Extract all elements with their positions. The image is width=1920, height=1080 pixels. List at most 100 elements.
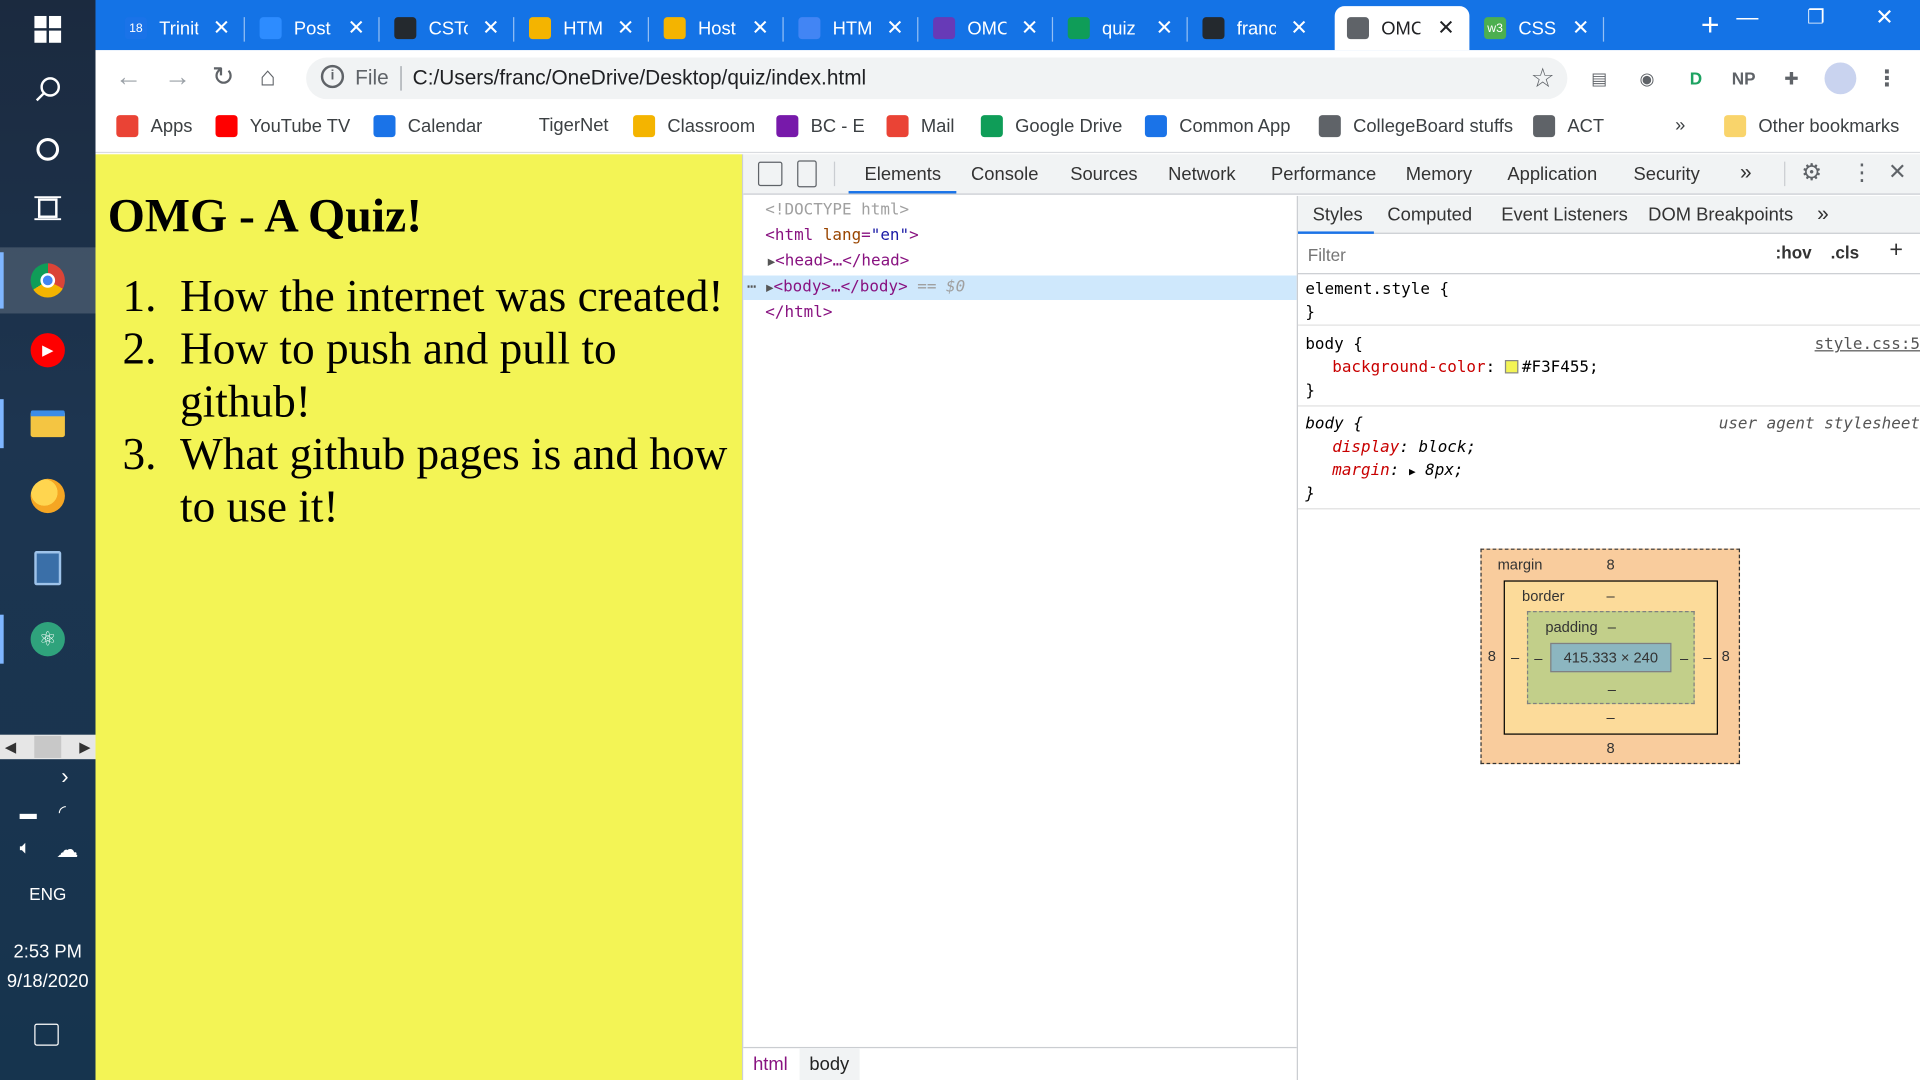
other-bookmarks-folder[interactable]: Other bookmarks (1724, 115, 1899, 138)
chrome-menu-icon[interactable]: ⋮ (1873, 65, 1900, 92)
bookmark-star-icon[interactable]: ☆ (1531, 62, 1555, 94)
taskbar-scrollbar[interactable]: ◀ ▶ (0, 734, 96, 760)
scroll-thumb[interactable] (34, 735, 62, 758)
padding-bottom-value[interactable]: – (1608, 681, 1616, 698)
browser-tab-1[interactable]: Post ✕ (247, 6, 380, 50)
devtools-menu-icon[interactable]: ⋮ (1850, 159, 1873, 187)
address-bar[interactable]: i File C:/Users/franc/OneDrive/Desktop/q… (306, 57, 1568, 100)
expand-triangle-icon[interactable]: ▶ (768, 256, 775, 269)
browser-tab-6[interactable]: OMC ✕ (921, 6, 1054, 50)
bookmark-youtube-tv[interactable]: YouTube TV (215, 115, 350, 138)
profile-avatar[interactable] (1824, 62, 1857, 95)
tab-close-icon[interactable]: ✕ (482, 16, 499, 40)
styles-more-tabs-button[interactable]: » (1817, 202, 1829, 226)
box-model-border[interactable]: border – – – – padding – – – – 415.333 ×… (1503, 580, 1718, 735)
home-button[interactable]: ⌂ (260, 61, 276, 93)
taskbar-calculator[interactable] (0, 539, 96, 598)
bookmark-calendar[interactable]: Calendar (373, 115, 482, 138)
breadcrumb-html[interactable]: html (753, 1054, 788, 1075)
tab-close-icon[interactable]: ✕ (1021, 16, 1038, 40)
browser-tab-3[interactable]: HTM ✕ (517, 6, 649, 50)
margin-left-value[interactable]: 8 (1488, 648, 1496, 665)
stylesheet-source-link[interactable]: style.css:5 (1815, 333, 1920, 356)
browser-tab-2[interactable]: CSTo ✕ (382, 6, 515, 50)
extension-np-icon[interactable]: NP (1730, 65, 1757, 92)
margin-right-value[interactable]: 8 (1722, 648, 1730, 665)
url-text[interactable]: C:/Users/franc/OneDrive/Desktop/quiz/ind… (413, 66, 867, 90)
border-top-value[interactable]: – (1607, 588, 1615, 605)
background-color-value[interactable]: #F3F455 (1522, 359, 1589, 377)
windows-start-button[interactable] (0, 0, 96, 59)
tab-computed[interactable]: Computed (1387, 204, 1472, 225)
breadcrumb-body[interactable]: body (799, 1048, 860, 1080)
scroll-left-arrow-icon[interactable]: ◀ (5, 738, 16, 755)
tab-dom-breakpoints[interactable]: DOM Breakpoints (1648, 204, 1793, 225)
bookmark-mail[interactable]: Mail (886, 115, 955, 138)
tab-close-icon[interactable]: ✕ (1290, 16, 1307, 40)
browser-tab-9[interactable]: OMC ✕ (1334, 6, 1470, 51)
wifi-icon[interactable]: ◜ (59, 801, 66, 823)
device-toolbar-icon[interactable] (797, 160, 817, 188)
tab-performance[interactable]: Performance (1271, 164, 1376, 185)
cortana-button[interactable] (0, 120, 96, 179)
body-author-rule[interactable]: body {style.css:5 background-color: #F3F… (1297, 331, 1920, 407)
color-swatch[interactable] (1504, 360, 1519, 374)
tab-network[interactable]: Network (1168, 164, 1235, 185)
browser-tab-4[interactable]: Host ✕ (651, 6, 784, 50)
reload-button[interactable]: ↻ (212, 61, 235, 93)
taskbar-file-explorer[interactable] (0, 394, 96, 453)
tab-close-icon[interactable]: ✕ (886, 16, 903, 40)
new-style-rule-button[interactable]: + (1889, 238, 1903, 265)
class-toggle[interactable]: .cls (1831, 242, 1860, 262)
tab-sources[interactable]: Sources (1070, 164, 1137, 185)
scroll-right-arrow-icon[interactable]: ▶ (79, 738, 90, 755)
close-devtools-icon[interactable]: ✕ (1888, 159, 1906, 185)
back-button[interactable]: ← (115, 61, 142, 93)
browser-tab-10[interactable]: w3 CSS ✕ (1472, 6, 1605, 50)
minimize-button[interactable]: — (1719, 5, 1775, 31)
site-info-icon[interactable]: i (320, 64, 345, 89)
box-model-padding[interactable]: padding – – – – 415.333 × 240 (1526, 611, 1695, 705)
battery-icon[interactable]: ▬ (20, 803, 37, 823)
body-user-agent-rule[interactable]: body {user agent stylesheet display: blo… (1297, 410, 1920, 510)
padding-top-value[interactable]: – (1608, 618, 1616, 635)
tab-elements[interactable]: Elements (864, 164, 941, 185)
bookmark-google-drive[interactable]: Google Drive (980, 115, 1122, 138)
tab-console[interactable]: Console (971, 164, 1038, 185)
margin-bottom-value[interactable]: 8 (1607, 740, 1615, 757)
new-tab-button[interactable]: + (1701, 6, 1720, 44)
tab-close-icon[interactable]: ✕ (1156, 16, 1173, 40)
onedrive-cloud-icon[interactable]: ☁ (56, 838, 78, 864)
taskbar-weather[interactable] (0, 467, 96, 526)
inspect-element-icon[interactable] (757, 161, 783, 187)
dom-html-open[interactable]: <html lang="en"> (743, 224, 1296, 248)
tab-event-listeners[interactable]: Event Listeners (1501, 204, 1628, 225)
bookmarks-overflow-button[interactable]: » (1675, 115, 1685, 136)
tab-memory[interactable]: Memory (1406, 164, 1472, 185)
margin-top-value[interactable]: 8 (1607, 556, 1615, 573)
bookmark-bc-e[interactable]: BC - E (776, 115, 865, 138)
tab-security[interactable]: Security (1633, 164, 1699, 185)
bookmark-act[interactable]: ACT (1533, 115, 1604, 138)
bookmark-tigernet[interactable]: TigerNet (539, 115, 609, 136)
element-style-rule[interactable]: element.style { } (1297, 277, 1920, 326)
forward-button[interactable]: → (164, 61, 191, 93)
language-indicator[interactable]: ENG (0, 884, 96, 904)
browser-tab-7[interactable]: quiz ✕ (1056, 6, 1188, 50)
volume-icon[interactable]: 🔈︎ (20, 838, 31, 859)
tab-close-icon[interactable]: ✕ (617, 16, 634, 40)
more-options-ellipsis-icon[interactable]: ⋯ (747, 278, 757, 296)
styles-filter-input[interactable] (1302, 241, 1759, 269)
expand-shorthand-icon[interactable]: ▶ (1409, 467, 1416, 479)
taskbar-search-button[interactable] (0, 60, 96, 119)
more-tabs-button[interactable]: » (1740, 160, 1752, 184)
box-model-margin[interactable]: margin 8 8 8 8 border – – – – padding – (1480, 548, 1741, 765)
extension-keep-icon[interactable]: ◉ (1633, 65, 1660, 92)
tab-close-icon[interactable]: ✕ (1437, 16, 1454, 40)
bookmark-common-app[interactable]: Common App (1144, 115, 1290, 138)
tab-close-icon[interactable]: ✕ (347, 16, 364, 40)
tab-application[interactable]: Application (1507, 164, 1597, 185)
border-bottom-value[interactable]: – (1607, 709, 1615, 726)
task-view-button[interactable] (0, 179, 96, 238)
tab-styles[interactable]: Styles (1313, 204, 1363, 225)
